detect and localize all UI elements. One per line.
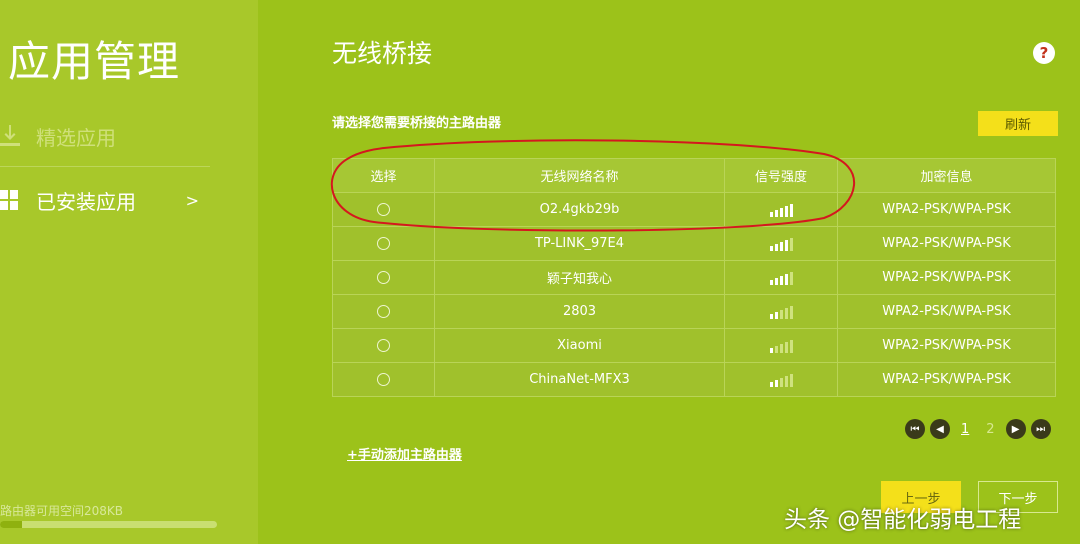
help-icon[interactable]: ? bbox=[1033, 42, 1055, 64]
select-radio[interactable] bbox=[377, 373, 390, 386]
signal-cell bbox=[724, 328, 838, 363]
page-number-2[interactable]: 2 bbox=[980, 422, 1000, 437]
refresh-button[interactable]: 刷新 bbox=[978, 111, 1058, 136]
next-page-icon[interactable]: ▶ bbox=[1005, 419, 1026, 439]
page-title: 无线桥接 bbox=[332, 39, 433, 68]
first-page-icon[interactable]: ⏮ bbox=[905, 419, 925, 439]
signal-strength-icon bbox=[769, 305, 793, 319]
select-cell bbox=[332, 226, 435, 261]
instruction-text: 请选择您需要桥接的主路由器 bbox=[332, 116, 502, 131]
ssid-cell: ChinaNet-MFX3 bbox=[434, 362, 725, 397]
header-encryption: 加密信息 bbox=[837, 158, 1056, 193]
ssid-cell: Xiaomi bbox=[434, 328, 725, 363]
select-cell bbox=[332, 328, 435, 363]
sidebar-divider bbox=[0, 166, 210, 167]
signal-cell bbox=[724, 294, 838, 329]
sidebar-item-featured-apps[interactable]: 精选应用 bbox=[0, 110, 215, 162]
table-row[interactable]: 2803 WPA2-PSK/WPA-PSK bbox=[332, 294, 1056, 329]
table-row[interactable]: TP-LINK_97E4 WPA2-PSK/WPA-PSK bbox=[332, 226, 1056, 261]
header-signal: 信号强度 bbox=[724, 158, 838, 193]
signal-strength-icon bbox=[769, 339, 793, 353]
encryption-cell: WPA2-PSK/WPA-PSK bbox=[837, 192, 1056, 227]
encryption-cell: WPA2-PSK/WPA-PSK bbox=[837, 226, 1056, 261]
wireless-network-table: 选择 无线网络名称 信号强度 加密信息 O2.4gkb29b WPA2-PSK/W… bbox=[332, 158, 1056, 397]
signal-strength-icon bbox=[769, 237, 793, 251]
signal-cell bbox=[724, 260, 838, 295]
table-row[interactable]: O2.4gkb29b WPA2-PSK/WPA-PSK bbox=[332, 192, 1056, 227]
ssid-cell: 2803 bbox=[434, 294, 725, 329]
select-cell bbox=[332, 192, 435, 227]
download-icon bbox=[0, 125, 20, 147]
sidebar-item-label: 精选应用 bbox=[36, 125, 116, 150]
select-radio[interactable] bbox=[377, 305, 390, 318]
watermark: 头条 @智能化弱电工程 bbox=[784, 507, 1022, 533]
signal-cell bbox=[724, 226, 838, 261]
manual-add-router-link[interactable]: +手动添加主路由器 bbox=[347, 444, 462, 463]
storage-text: 路由器可用空间208KB bbox=[0, 504, 124, 518]
sidebar-item-label: 已安装应用 bbox=[36, 189, 136, 214]
grid-icon bbox=[0, 189, 20, 211]
encryption-cell: WPA2-PSK/WPA-PSK bbox=[837, 260, 1056, 295]
last-page-icon[interactable]: ⏭ bbox=[1030, 419, 1051, 439]
select-cell bbox=[332, 362, 435, 397]
sidebar: 应用管理 精选应用 已安装应用 > 路由器可用空间208KB bbox=[0, 0, 258, 544]
pagination: ⏮ ◀ 1 2 ▶ ⏭ bbox=[905, 419, 1051, 439]
signal-strength-icon bbox=[769, 373, 793, 387]
header-ssid: 无线网络名称 bbox=[434, 158, 725, 193]
signal-cell bbox=[724, 192, 838, 227]
table-row[interactable]: Xiaomi WPA2-PSK/WPA-PSK bbox=[332, 328, 1056, 363]
storage-bar bbox=[0, 521, 217, 528]
encryption-cell: WPA2-PSK/WPA-PSK bbox=[837, 328, 1056, 363]
signal-strength-icon bbox=[769, 271, 793, 285]
ssid-cell: O2.4gkb29b bbox=[434, 192, 725, 227]
page-number-1[interactable]: 1 bbox=[955, 422, 975, 437]
select-cell bbox=[332, 294, 435, 329]
select-cell bbox=[332, 260, 435, 295]
select-radio[interactable] bbox=[377, 271, 390, 284]
table-row[interactable]: ChinaNet-MFX3 WPA2-PSK/WPA-PSK bbox=[332, 362, 1056, 397]
table-header-row: 选择 无线网络名称 信号强度 加密信息 bbox=[332, 158, 1056, 193]
signal-cell bbox=[724, 362, 838, 397]
sidebar-item-installed-apps[interactable]: 已安装应用 > bbox=[0, 174, 215, 226]
ssid-cell: 颖子知我心 bbox=[434, 260, 725, 295]
prev-page-icon[interactable]: ◀ bbox=[930, 419, 950, 439]
select-radio[interactable] bbox=[377, 203, 390, 216]
storage-bar-fill bbox=[0, 521, 22, 528]
header-select: 选择 bbox=[332, 158, 435, 193]
select-radio[interactable] bbox=[377, 237, 390, 250]
encryption-cell: WPA2-PSK/WPA-PSK bbox=[837, 294, 1056, 329]
sidebar-title: 应用管理 bbox=[8, 37, 181, 86]
chevron-right-icon: > bbox=[185, 190, 199, 210]
encryption-cell: WPA2-PSK/WPA-PSK bbox=[837, 362, 1056, 397]
table-row[interactable]: 颖子知我心 WPA2-PSK/WPA-PSK bbox=[332, 260, 1056, 295]
signal-strength-icon bbox=[769, 203, 793, 217]
ssid-cell: TP-LINK_97E4 bbox=[434, 226, 725, 261]
select-radio[interactable] bbox=[377, 339, 390, 352]
